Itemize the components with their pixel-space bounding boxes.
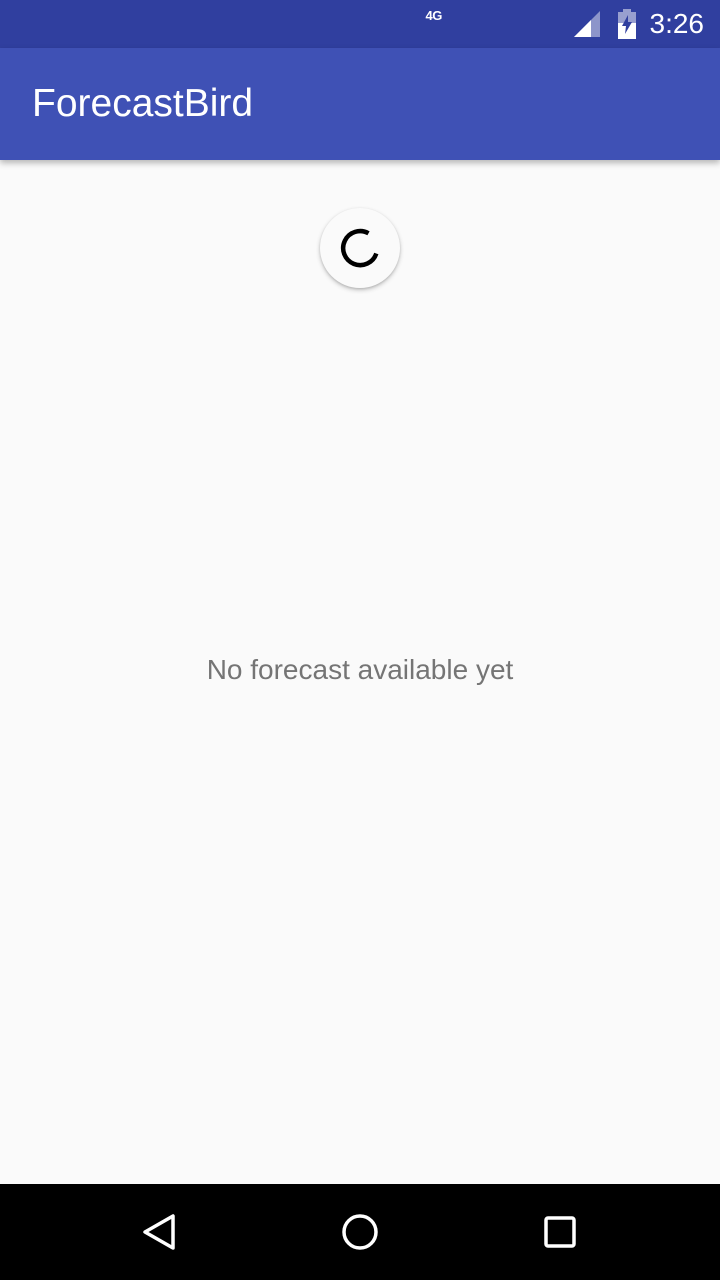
clock: 3:26 [649, 8, 705, 39]
recents-icon [544, 1216, 576, 1248]
status-bar: 4G 3:26 [0, 0, 720, 48]
home-icon [342, 1214, 378, 1250]
app-bar: ForecastBird [0, 48, 720, 160]
back-icon [143, 1214, 175, 1250]
back-button[interactable] [130, 1202, 190, 1262]
app-title: ForecastBird [32, 82, 254, 125]
navigation-bar [0, 1184, 720, 1280]
status-icons: 4G 3:26 [426, 0, 705, 48]
battery-icon [617, 9, 636, 39]
screen: 4G 3:26 ForecastBird No forecast availab… [0, 0, 720, 1280]
progress-spinner-icon [340, 228, 379, 268]
network-type-label: 4G [425, 8, 443, 23]
signal-icon [573, 11, 600, 37]
recents-button[interactable] [530, 1202, 590, 1262]
pull-to-refresh-indicator [320, 208, 400, 288]
home-button[interactable] [330, 1202, 390, 1262]
empty-state-message: No forecast available yet [206, 654, 514, 685]
